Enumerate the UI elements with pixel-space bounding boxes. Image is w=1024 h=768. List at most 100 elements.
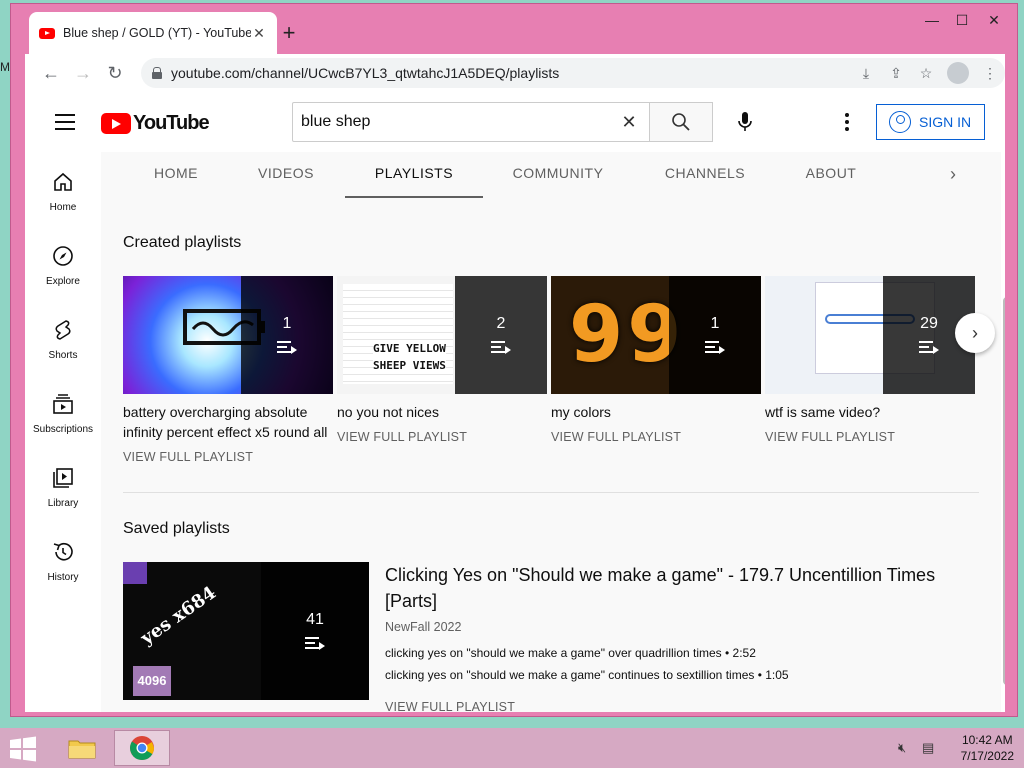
guide-label: History (47, 572, 79, 583)
reload-button[interactable]: ↻ (99, 57, 131, 89)
saved-playlist-details: Clicking Yes on "Should we make a game" … (385, 562, 965, 712)
playlist-title[interactable]: wtf is same video? (765, 402, 975, 422)
guide-item-history[interactable]: History (25, 522, 101, 596)
video-count: 1 (710, 315, 720, 332)
new-tab-button[interactable]: + (277, 22, 301, 46)
section-divider (123, 492, 979, 493)
tab-home[interactable]: HOME (131, 152, 221, 198)
playlist-card[interactable]: GIVE YELLOW SHEEP VIEWS 2 no you not nic… (337, 276, 547, 444)
tab-channels[interactable]: CHANNELS (651, 152, 759, 198)
system-clock[interactable]: 10:42 AM 7/17/2022 (961, 732, 1014, 764)
playlist-owner[interactable]: NewFall 2022 (385, 620, 965, 634)
hamburger-menu-icon[interactable] (55, 114, 75, 130)
playlist-card[interactable]: 99 1 my colors VIEW FULL PLAYLIST (551, 276, 761, 444)
guide-item-subscriptions[interactable]: Subscriptions (25, 374, 101, 448)
browser-toolbar: ← → ↻ youtube.com/channel/UCwcB7YL3_qtwt… (25, 54, 1005, 92)
thumbnail-text: GIVE YELLOW (373, 342, 446, 355)
playlist-card[interactable]: 1 battery overcharging absolute infinity… (123, 276, 333, 464)
clock-date: 7/17/2022 (960, 749, 1014, 763)
browser-tab[interactable]: Blue shep / GOLD (YT) - YouTube ✕ (29, 12, 277, 54)
network-icon[interactable]: ▤ (922, 740, 938, 756)
address-bar[interactable]: youtube.com/channel/UCwcB7YL3_qtwtahcJ1A… (141, 58, 1005, 88)
back-button[interactable]: ← (35, 57, 67, 89)
video-count: 29 (920, 315, 938, 332)
guide-item-library[interactable]: Library (25, 448, 101, 522)
search-input[interactable] (301, 113, 609, 131)
playlist-card[interactable]: 29 wtf is same video? VIEW FULL PLAYLIST (765, 276, 975, 444)
url-text[interactable]: youtube.com/channel/UCwcB7YL3_qtwtahcJ1A… (171, 65, 851, 81)
playlist-overlay: 1 (241, 276, 333, 394)
minimize-button[interactable]: — (917, 12, 947, 32)
library-icon (53, 468, 73, 488)
microphone-icon (738, 112, 752, 131)
tab-about[interactable]: ABOUT (791, 152, 871, 198)
volume-muted-icon[interactable]: 🔇︎ (898, 740, 914, 756)
taskbar-file-explorer[interactable] (54, 730, 110, 766)
clear-search-icon[interactable]: ✕ (609, 112, 649, 133)
lock-icon (151, 67, 163, 79)
search-icon (672, 113, 690, 131)
playlist-thumbnail[interactable]: 99 1 (551, 276, 761, 394)
guide-item-home[interactable]: Home (25, 152, 101, 226)
playlist-title[interactable]: battery overcharging absolute infinity p… (123, 402, 333, 442)
video-count: 2 (496, 315, 506, 332)
maximize-button[interactable]: ☐ (947, 12, 977, 32)
channel-tabs: HOME VIDEOS PLAYLISTS COMMUNITY CHANNELS… (101, 152, 1001, 198)
install-icon[interactable]: ⤓ (851, 65, 881, 82)
playlist-thumbnail[interactable]: GIVE YELLOW SHEEP VIEWS 2 (337, 276, 547, 394)
account-icon (889, 111, 911, 133)
search-box: ✕ (292, 102, 650, 142)
playlist-icon (305, 637, 325, 651)
guide-item-shorts[interactable]: Shorts (25, 300, 101, 374)
guide-sidebar: Home Explore Shorts Subscriptions Librar… (25, 152, 101, 712)
desktop-edge-text: M (0, 60, 10, 74)
view-full-playlist-link[interactable]: VIEW FULL PLAYLIST (123, 450, 333, 464)
playlist-video-item[interactable]: clicking yes on "should we make a game" … (385, 668, 965, 682)
subscriptions-icon (53, 394, 73, 414)
share-icon[interactable]: ⇪ (881, 65, 911, 82)
search-button[interactable] (649, 102, 713, 142)
windows-logo-icon (10, 736, 36, 762)
guide-item-explore[interactable]: Explore (25, 226, 101, 300)
playlist-video-item[interactable]: clicking yes on "should we make a game" … (385, 646, 965, 660)
tabs-scroll-right-icon[interactable]: › (941, 162, 965, 186)
forward-button[interactable]: → (67, 57, 99, 89)
thumbnail-text: SHEEP VIEWS (373, 359, 446, 372)
close-window-button[interactable]: ✕ (979, 12, 1009, 32)
video-count: 41 (306, 611, 324, 628)
tab-playlists[interactable]: PLAYLISTS (345, 152, 483, 198)
profile-avatar-icon[interactable] (947, 62, 969, 84)
thumbnail-badge: 4096 (133, 666, 171, 696)
browser-menu-icon[interactable]: ⋮ (975, 65, 1005, 82)
view-full-playlist-link[interactable]: VIEW FULL PLAYLIST (337, 430, 547, 444)
playlist-title[interactable]: my colors (551, 402, 761, 422)
clock-time: 10:42 AM (961, 733, 1013, 747)
carousel-next-icon[interactable]: › (955, 313, 995, 353)
view-full-playlist-link[interactable]: VIEW FULL PLAYLIST (385, 700, 965, 712)
voice-search-button[interactable] (725, 102, 765, 142)
sign-in-button[interactable]: SIGN IN (876, 104, 985, 140)
saved-playlist-thumbnail[interactable]: yes x684 4096 41 (123, 562, 369, 700)
tab-title: Blue shep / GOLD (YT) - YouTube (63, 26, 251, 40)
taskbar: 🔇︎ ▤ 10:42 AM 7/17/2022 (0, 728, 1024, 768)
playlist-thumbnail[interactable]: 29 (765, 276, 975, 394)
view-full-playlist-link[interactable]: VIEW FULL PLAYLIST (551, 430, 761, 444)
playlist-icon (705, 341, 725, 355)
youtube-logo-text: YouTube (133, 112, 210, 134)
settings-menu-icon[interactable] (835, 110, 859, 134)
sign-in-label: SIGN IN (919, 114, 972, 130)
tab-close-icon[interactable]: ✕ (251, 25, 267, 42)
page-scrollbar[interactable] (1003, 297, 1005, 685)
bookmark-star-icon[interactable]: ☆ (911, 65, 941, 82)
tab-community[interactable]: COMMUNITY (503, 152, 613, 198)
playlist-title[interactable]: no you not nices (337, 402, 547, 422)
view-full-playlist-link[interactable]: VIEW FULL PLAYLIST (765, 430, 975, 444)
channel-content: HOME VIDEOS PLAYLISTS COMMUNITY CHANNELS… (101, 152, 1001, 712)
playlist-icon (491, 341, 511, 355)
taskbar-chrome[interactable] (114, 730, 170, 766)
saved-playlist-title[interactable]: Clicking Yes on "Should we make a game" … (385, 562, 965, 614)
tab-videos[interactable]: VIDEOS (241, 152, 331, 198)
youtube-logo[interactable]: YouTube (101, 112, 210, 135)
start-button[interactable] (8, 736, 38, 762)
playlist-thumbnail[interactable]: 1 (123, 276, 333, 394)
